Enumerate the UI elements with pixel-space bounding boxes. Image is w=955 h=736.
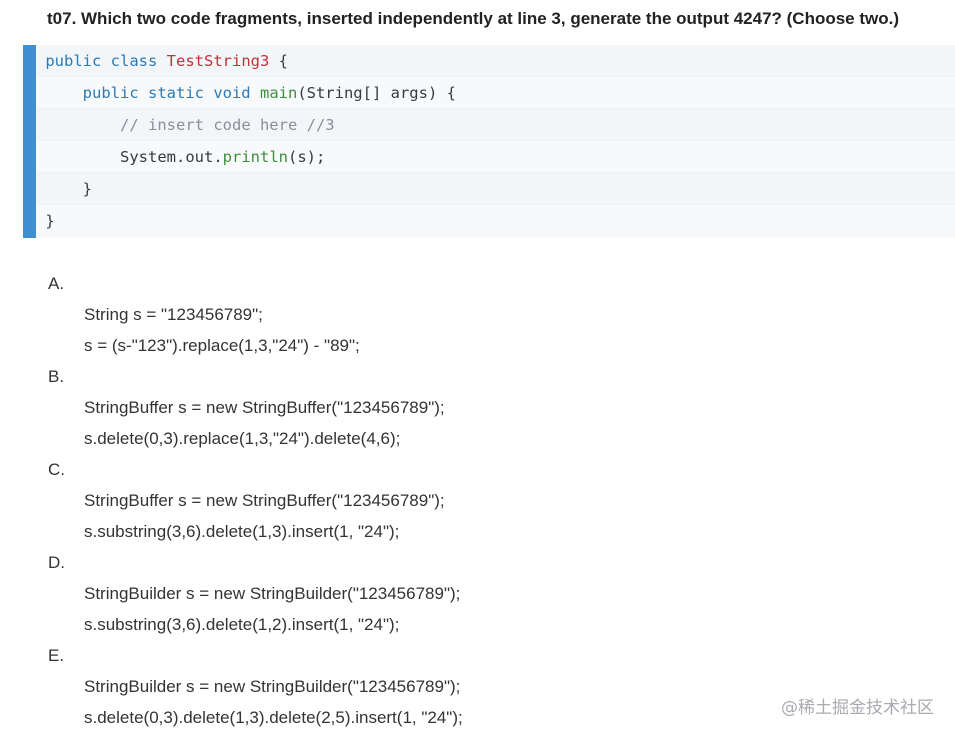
option-b-line-2: s.delete(0,3).replace(1,3,"24").delete(4… — [84, 429, 401, 448]
option-d-letter: D. — [48, 553, 65, 572]
watermark: @稀土掘金技术社区 — [781, 698, 934, 718]
option-a-line-2: s = (s-"123").replace(1,3,"24") - "89"; — [84, 336, 360, 355]
option-d-line-2: s.substring(3,6).delete(1,2).insert(1, "… — [84, 615, 400, 634]
option-b-line-1: StringBuffer s = new StringBuffer("12345… — [84, 398, 445, 417]
option-c-letter: C. — [48, 460, 65, 479]
option-c-line-2: s.substring(3,6).delete(1,3).insert(1, "… — [84, 522, 400, 541]
option-a-line-1: String s = "123456789"; — [84, 305, 263, 324]
option-d-line-1: StringBuilder s = new StringBuilder("123… — [84, 584, 461, 603]
option-e-line-2: s.delete(0,3).delete(1,3).delete(2,5).in… — [84, 708, 463, 727]
option-a-letter: A. — [48, 274, 65, 293]
option-e-line-1: StringBuilder s = new StringBuilder("123… — [84, 677, 461, 696]
option-c-line-1: StringBuffer s = new StringBuffer("12345… — [84, 491, 445, 510]
option-b-letter: B. — [48, 367, 65, 386]
answer-options: A. String s = "123456789"; s = (s-"123")… — [0, 0, 955, 736]
option-e-letter: E. — [48, 646, 65, 665]
